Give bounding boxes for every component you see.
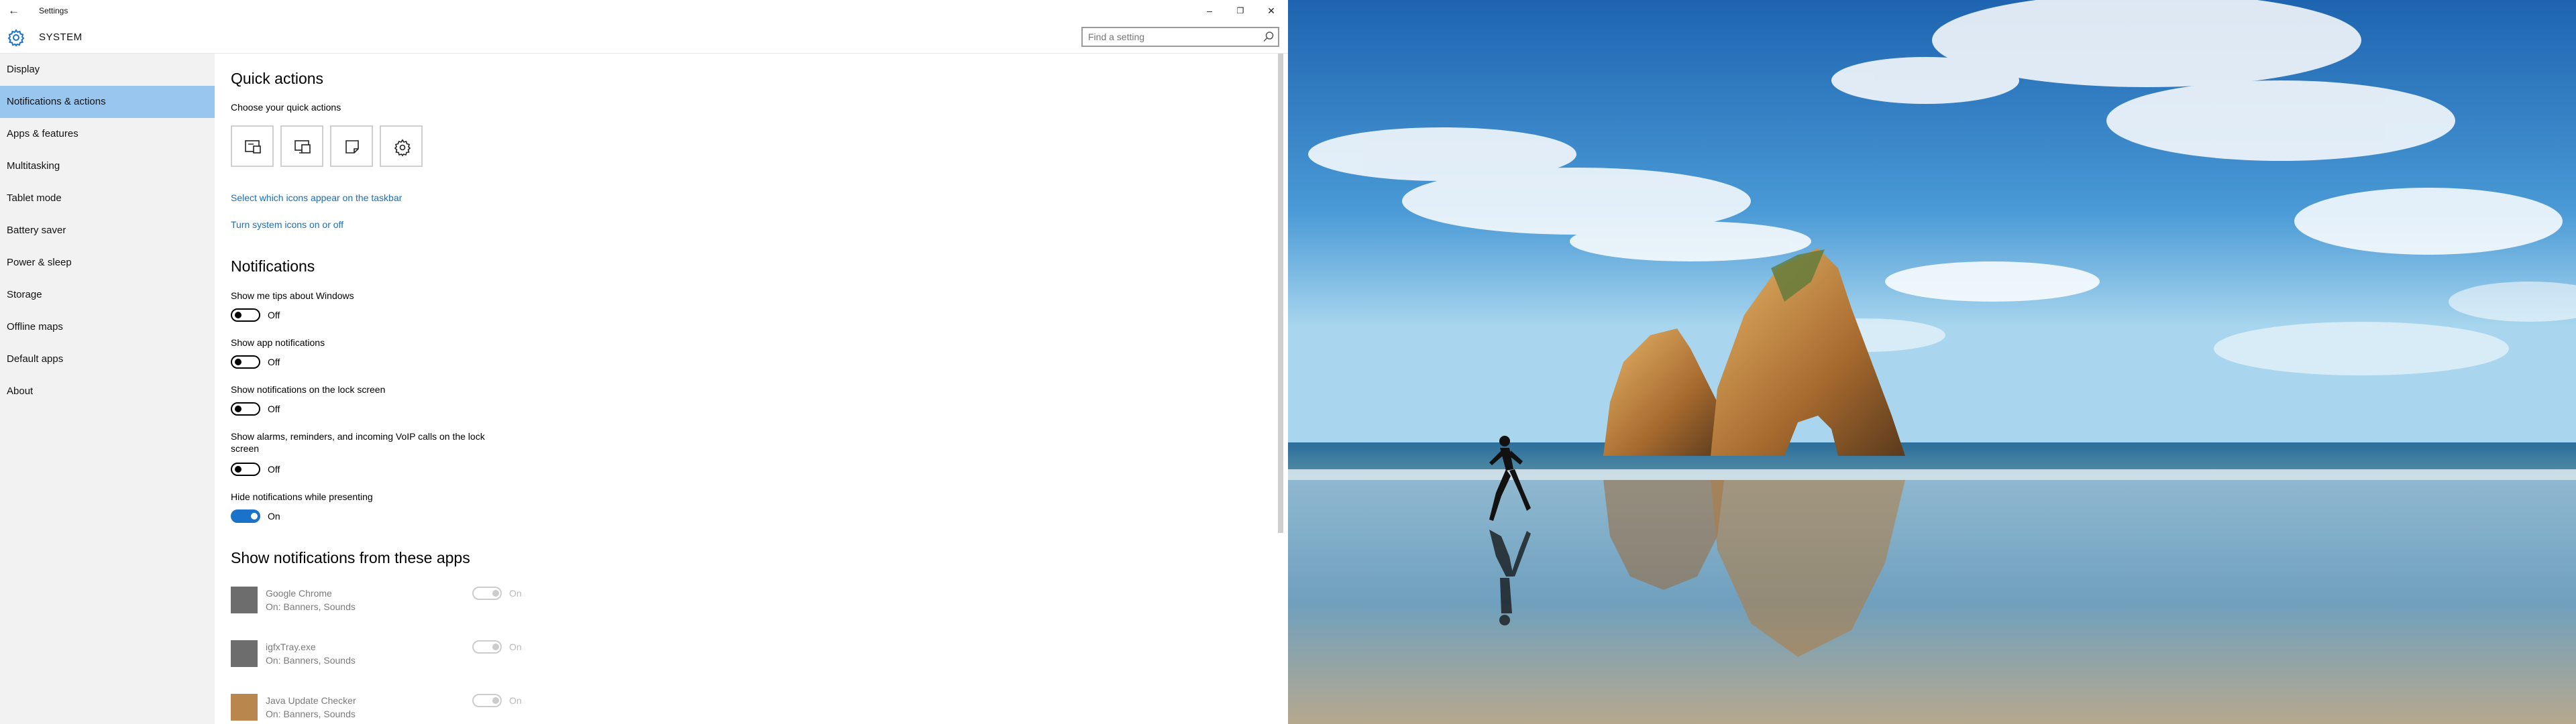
gear-icon (7, 28, 25, 47)
lock-screen-state: Off (268, 404, 280, 414)
app-detail-java: On: Banners, Sounds (266, 709, 356, 719)
app-name-java: Java Update Checker (266, 695, 356, 706)
system-icons-link[interactable]: Turn system icons on or off (231, 219, 343, 230)
search-input[interactable] (1083, 28, 1250, 46)
title-bar: ← Settings – ❐ ✕ (0, 0, 1288, 21)
alarms-toggle[interactable] (231, 463, 260, 476)
tips-label: Show me tips about Windows (231, 290, 354, 301)
search-box[interactable] (1081, 27, 1279, 47)
sidebar-item-apps-features[interactable]: Apps & features (0, 118, 215, 150)
window-title: Settings (39, 6, 68, 15)
tips-toggle[interactable] (231, 308, 260, 322)
igfxtray-toggle[interactable] (472, 640, 502, 654)
taskbar-icons-link[interactable]: Select which icons appear on the taskbar (231, 192, 402, 203)
section-title: SYSTEM (39, 32, 83, 43)
igfxtray-app-icon (231, 640, 258, 667)
quick-actions-subheading: Choose your quick actions (231, 102, 341, 113)
project-icon (294, 140, 311, 154)
app-detail-igfxtray: On: Banners, Sounds (266, 655, 356, 666)
sidebar-item-default-apps[interactable]: Default apps (0, 343, 215, 375)
action-center-icon (245, 140, 261, 154)
chrome-toggle[interactable] (472, 587, 502, 600)
lock-screen-toggle[interactable] (231, 402, 260, 416)
igfxtray-state: On (509, 642, 522, 652)
app-notifications-label: Show app notifications (231, 337, 325, 348)
sidebar-item-storage[interactable]: Storage (0, 279, 215, 311)
restore-button[interactable]: ❐ (1227, 3, 1254, 19)
sidebar-item-multitasking[interactable]: Multitasking (0, 150, 215, 182)
app-detail-chrome: On: Banners, Sounds (266, 601, 356, 612)
java-app-icon (231, 694, 258, 721)
presenting-toggle[interactable] (231, 509, 260, 523)
header-bar: SYSTEM (0, 21, 1288, 54)
java-state: On (509, 695, 522, 706)
chrome-app-icon (231, 587, 258, 613)
search-icon[interactable] (1262, 30, 1275, 44)
alarms-state: Off (268, 464, 280, 475)
tips-state: Off (268, 310, 280, 320)
presenting-state: On (268, 511, 280, 522)
close-button[interactable]: ✕ (1258, 3, 1285, 19)
settings-window: ← Settings – ❐ ✕ SYSTEM Find a setting D… (0, 0, 1288, 724)
settings-icon (394, 139, 411, 157)
sidebar-item-offline-maps[interactable]: Offline maps (0, 311, 215, 343)
note-icon (345, 140, 359, 154)
sidebar-item-battery-saver[interactable]: Battery saver (0, 215, 215, 247)
quick-action-button-2[interactable] (280, 125, 323, 167)
alarms-label-line1: Show alarms, reminders, and incoming VoI… (231, 431, 485, 442)
scrollbar-thumb[interactable] (1278, 54, 1283, 533)
notifications-heading: Notifications (231, 257, 315, 275)
apps-heading: Show notifications from these apps (231, 549, 470, 566)
presenting-label: Hide notifications while presenting (231, 491, 373, 502)
quick-action-button-3[interactable] (330, 125, 373, 167)
minimize-button[interactable]: – (1196, 3, 1223, 19)
chrome-state: On (509, 588, 522, 599)
quick-actions-heading: Quick actions (231, 70, 324, 87)
alarms-label-line2: screen (231, 443, 260, 454)
back-arrow-icon[interactable]: ← (8, 4, 23, 17)
sidebar-item-tablet-mode[interactable]: Tablet mode (0, 182, 215, 215)
quick-action-button-1[interactable] (231, 125, 274, 167)
java-toggle[interactable] (472, 694, 502, 707)
sidebar: Display Notifications & actions Apps & f… (0, 54, 215, 724)
lock-screen-label: Show notifications on the lock screen (231, 384, 386, 395)
sidebar-item-display[interactable]: Display (0, 54, 215, 86)
sidebar-item-power-sleep[interactable]: Power & sleep (0, 247, 215, 279)
quick-action-button-4[interactable] (380, 125, 423, 167)
app-notifications-toggle[interactable] (231, 355, 260, 369)
sidebar-item-about[interactable]: About (0, 375, 215, 408)
app-name-chrome: Google Chrome (266, 588, 332, 599)
desktop-wallpaper (1288, 0, 2576, 724)
app-notifications-state: Off (268, 357, 280, 367)
app-name-igfxtray: igfxTray.exe (266, 642, 316, 652)
sidebar-item-notifications-actions[interactable]: Notifications & actions (0, 86, 215, 118)
